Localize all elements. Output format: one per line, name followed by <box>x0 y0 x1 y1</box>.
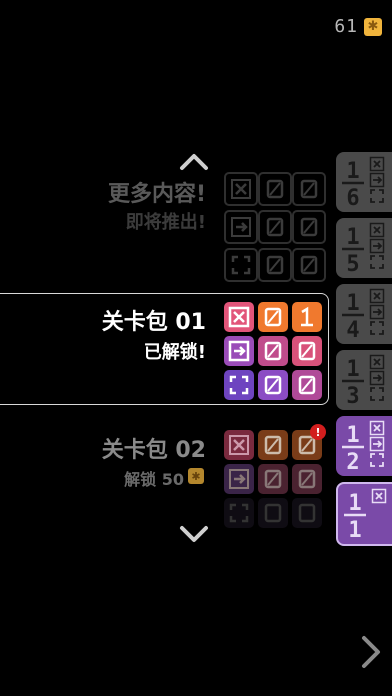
svg-text:1: 1 <box>346 357 359 382</box>
level-number: 11 <box>344 491 366 540</box>
next-arrow-icon[interactable] <box>358 634 382 670</box>
cross-mini-icon <box>371 488 387 504</box>
arrow-tile-icon <box>224 336 254 366</box>
alert-badge: ! <box>310 424 326 440</box>
coin-count: 61 <box>334 16 358 37</box>
zero-tile-icon <box>292 336 322 366</box>
expand-mini-icon <box>369 320 385 336</box>
scroll-down-icon[interactable] <box>176 522 212 546</box>
zero-tile-icon <box>292 210 326 244</box>
zero-tile-icon <box>292 464 322 494</box>
coin-counter: 61 ✱ <box>334 16 382 37</box>
expand-tile-icon <box>224 248 258 282</box>
svg-text:1: 1 <box>346 225 359 250</box>
expand-tile-icon <box>224 498 254 528</box>
svg-text:2: 2 <box>346 450 359 472</box>
pack-coming-soon: 更多内容! 即将推出! <box>0 172 328 282</box>
zero-tile-icon <box>258 464 288 494</box>
zero-tile-icon <box>292 248 326 282</box>
level-number: 16 <box>342 159 364 208</box>
pack-title: 更多内容! <box>107 182 206 207</box>
zero-tile-icon <box>258 302 288 332</box>
cross-mini-icon <box>369 288 385 304</box>
svg-text:1: 1 <box>346 423 359 448</box>
level-number: 14 <box>342 291 364 340</box>
arrow-mini-icon <box>369 172 385 188</box>
svg-text:1: 1 <box>346 159 359 184</box>
zero-tile-icon <box>258 172 292 206</box>
svg-text:6: 6 <box>346 186 359 208</box>
expand-tile-icon <box>224 370 254 400</box>
expand-mini-icon <box>369 188 385 204</box>
coin-icon: ✱ <box>364 17 382 36</box>
arrow-mini-icon <box>369 304 385 320</box>
zero-tile-icon <box>292 498 322 528</box>
coin-icon: ✱ <box>188 468 204 484</box>
cross-tile-icon <box>224 430 254 460</box>
level-thumb[interactable]: 13 <box>336 350 392 410</box>
unlock-cost: 解锁 50 <box>124 470 184 489</box>
scroll-up-icon[interactable] <box>176 150 212 174</box>
zero-tile-icon <box>258 210 292 244</box>
arrow-tile-icon <box>224 464 254 494</box>
level-number: 12 <box>342 423 364 472</box>
level-thumb[interactable]: 15 <box>336 218 392 278</box>
zero-tile-icon <box>258 370 288 400</box>
expand-mini-icon <box>369 452 385 468</box>
cross-mini-icon <box>369 222 385 238</box>
cross-mini-icon <box>369 156 385 172</box>
cross-mini-icon <box>369 420 385 436</box>
zero-tile-icon <box>292 172 326 206</box>
svg-text:1: 1 <box>346 291 359 316</box>
arrow-mini-icon <box>369 436 385 452</box>
svg-text:4: 4 <box>346 318 359 340</box>
pack-subtitle: 即将推出! <box>125 212 206 233</box>
pack-02-card[interactable]: 关卡包 02 解锁 50 ✱ ! <box>0 424 328 538</box>
level-thumb[interactable]: 16 <box>336 152 392 212</box>
svg-text:5: 5 <box>346 252 359 274</box>
svg-text:1: 1 <box>348 491 361 516</box>
zero-tile-icon <box>258 498 288 528</box>
zero-tile-icon <box>258 248 292 282</box>
pack-subtitle: 已解锁! <box>143 342 206 363</box>
zero-tile-icon: ! <box>292 424 326 460</box>
arrow-mini-icon <box>369 238 385 254</box>
zero-tile-icon <box>258 430 288 460</box>
level-thumb[interactable]: 12 <box>336 416 392 476</box>
level-thumb[interactable]: 11 <box>336 482 392 546</box>
level-thumb[interactable]: 14 <box>336 284 392 344</box>
cross-mini-icon <box>369 354 385 370</box>
arrow-tile-icon <box>224 210 258 244</box>
zero-tile-icon <box>258 336 288 366</box>
arrow-mini-icon <box>369 370 385 386</box>
svg-text:3: 3 <box>346 384 359 406</box>
pack-preview-grid <box>224 172 326 282</box>
one-tile-icon <box>292 302 322 332</box>
cross-tile-icon <box>224 302 254 332</box>
pack-preview-grid: ! <box>224 424 326 528</box>
pack-title: 关卡包 02 <box>101 438 206 463</box>
expand-mini-icon <box>369 254 385 270</box>
cross-tile-icon <box>224 172 258 206</box>
pack-title: 关卡包 01 <box>101 310 206 335</box>
expand-mini-icon <box>369 386 385 402</box>
pack-01-card[interactable]: 关卡包 01 已解锁! <box>0 293 329 405</box>
level-number: 13 <box>342 357 364 406</box>
svg-text:1: 1 <box>348 518 361 540</box>
zero-tile-icon <box>292 370 322 400</box>
pack-preview-grid <box>224 302 322 400</box>
level-number: 15 <box>342 225 364 274</box>
